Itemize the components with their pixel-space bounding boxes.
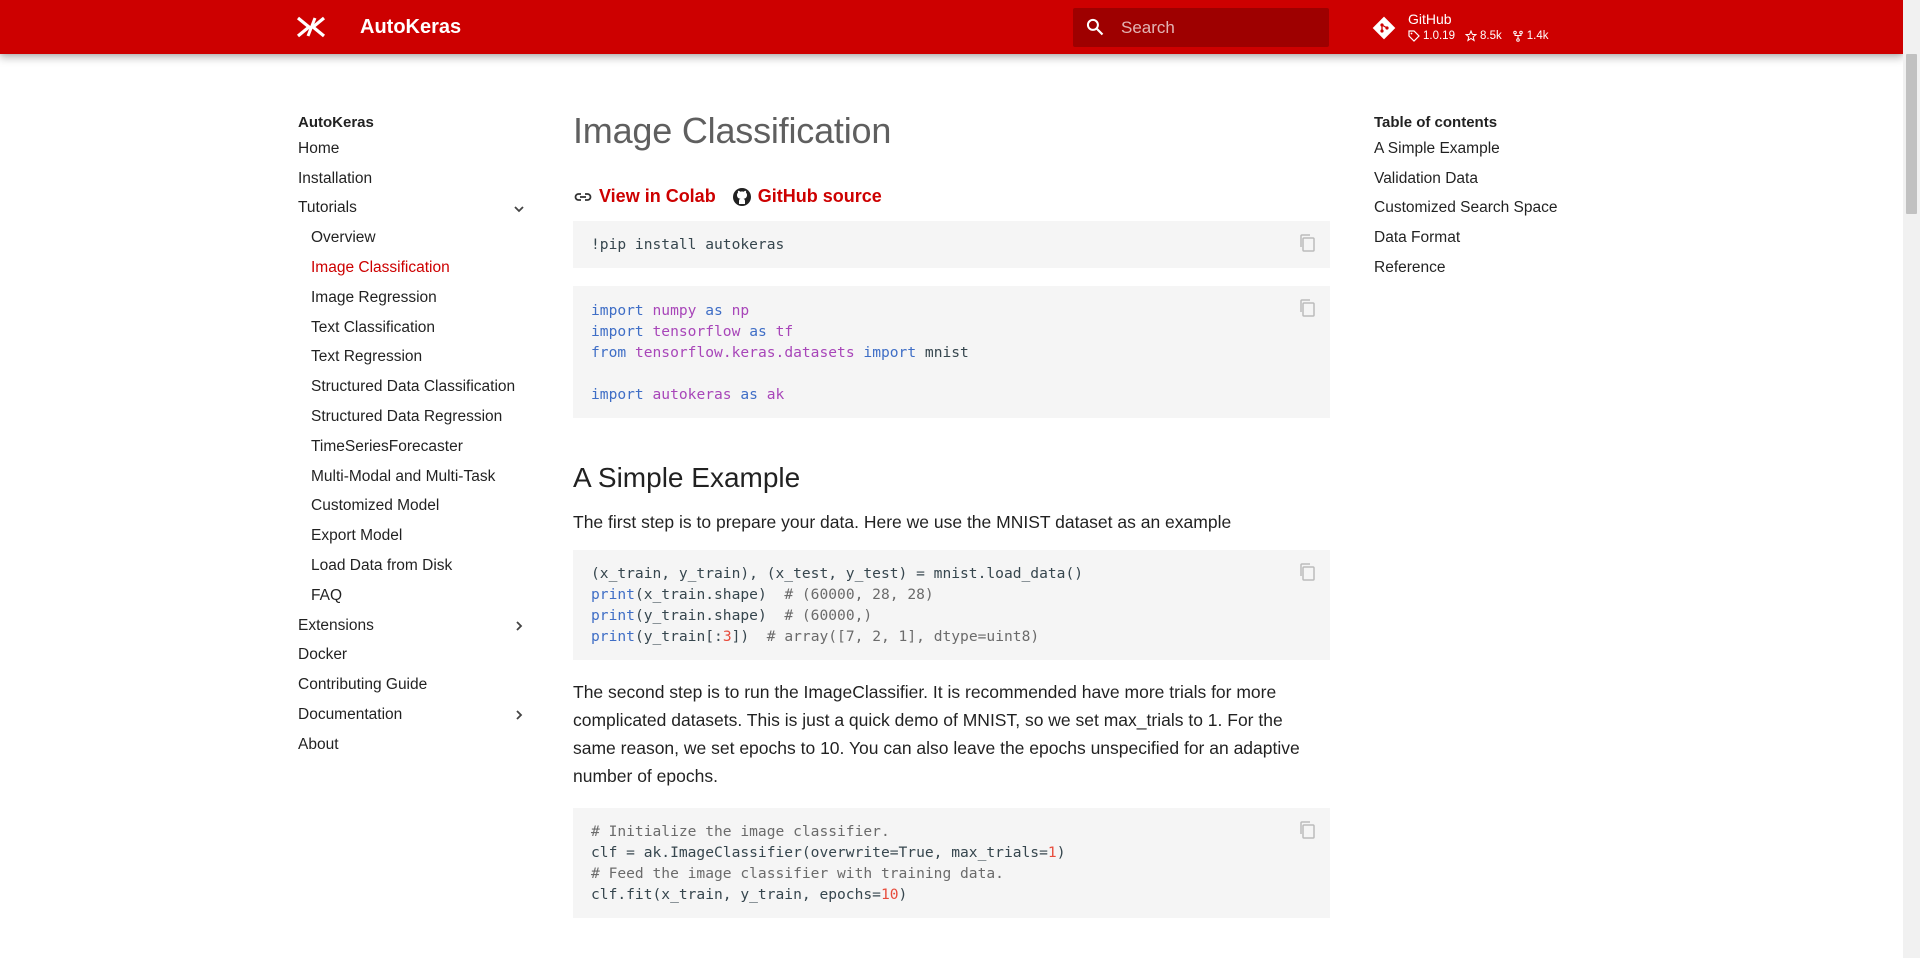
nav-item-multi-modal[interactable]: Multi-Modal and Multi-Task [298,462,538,492]
github-source-link[interactable]: GitHub source [732,186,882,207]
nav-item-structured-data-regression[interactable]: Structured Data Regression [298,402,538,432]
repo-name: GitHub [1408,11,1452,27]
nav-item-load-data-from-disk[interactable]: Load Data from Disk [298,551,538,581]
copy-icon[interactable] [1298,562,1316,582]
paragraph-prepare-data: The first step is to prepare your data. … [573,512,1232,532]
chevron-right-icon[interactable] [512,708,526,722]
toc-item-reference[interactable]: Reference [1374,253,1614,283]
main-content: Image Classification View in Colab GitHu… [573,110,1330,918]
nav-title: AutoKeras [298,114,374,131]
paragraph-run-classifier: The second step is to run the ImageClass… [573,682,1300,786]
search-input[interactable] [1121,8,1321,47]
repo-forks: 1.4k [1512,30,1549,42]
view-in-colab-link[interactable]: View in Colab [573,186,716,207]
source-links: View in Colab GitHub source [573,186,1330,207]
star-icon [1464,30,1477,42]
nav-item-text-classification[interactable]: Text Classification [298,313,538,343]
nav-item-contributing-guide[interactable]: Contributing Guide [298,670,538,700]
repo-forks-text: 1.4k [1526,30,1549,42]
search-box[interactable] [1073,8,1329,47]
repo-facts: 1.0.19 8.5k 1.4k [1408,30,1548,42]
link-icon [574,192,592,201]
chevron-down-icon[interactable] [512,202,526,216]
nav-item-image-regression[interactable]: Image Regression [298,283,538,313]
toc-item-data-format[interactable]: Data Format [1374,223,1614,253]
nav-item-home[interactable]: Home [298,134,538,164]
git-icon [1372,16,1396,40]
github-icon [732,187,751,206]
copy-icon[interactable] [1298,820,1316,840]
toc-item-customized-search-space[interactable]: Customized Search Space [1374,194,1614,224]
toc-item-simple-example[interactable]: A Simple Example [1374,134,1614,164]
nav-item-extensions[interactable]: Extensions [298,611,538,641]
repo-version-text: 1.0.19 [1423,30,1455,42]
page-scrollbar[interactable] [1903,0,1920,958]
repo-stars: 8.5k [1464,30,1502,42]
scrollbar-thumb[interactable] [1906,54,1917,214]
code-block-classifier: # Initialize the image classifier. clf =… [573,808,1330,918]
nav-item-documentation[interactable]: Documentation [298,700,538,730]
nav-item-timeseries-forecaster[interactable]: TimeSeriesForecaster [298,432,538,462]
repo-version: 1.0.19 [1408,30,1455,42]
section-heading-simple-example: A Simple Example [573,462,801,493]
toc-item-validation-data[interactable]: Validation Data [1374,164,1614,194]
nav-item-overview[interactable]: Overview [298,223,538,253]
autokeras-logo-icon[interactable] [296,16,326,38]
fork-icon [1512,30,1523,42]
nav-item-docker[interactable]: Docker [298,641,538,671]
github-source-text: GitHub source [757,186,882,206]
toc-title: Table of contents [1374,114,1498,131]
nav-item-tutorials-label: Tutorials [298,199,357,217]
nav-item-tutorials[interactable]: Tutorials [298,194,538,224]
nav-item-extensions-label: Extensions [298,616,374,634]
page-title: Image Classification [573,110,892,151]
nav-item-faq[interactable]: FAQ [298,581,538,611]
code-block-load-data: (x_train, y_train), (x_test, y_test) = m… [573,550,1330,660]
code-block-install: !pip install autokeras [573,221,1330,268]
nav-item-structured-data-classification[interactable]: Structured Data Classification [298,372,538,402]
nav-item-image-classification[interactable]: Image Classification [298,253,538,283]
primary-navigation: AutoKeras Home Installation Tutorials Ov… [298,114,538,760]
nav-item-about[interactable]: About [298,730,538,760]
copy-icon[interactable] [1298,298,1316,318]
nav-item-installation[interactable]: Installation [298,164,538,194]
top-header: AutoKeras GitHub 1.0.19 8.5k [0,0,1903,54]
nav-item-text-regression[interactable]: Text Regression [298,343,538,373]
chevron-right-icon[interactable] [512,619,526,633]
code-block-imports: import numpy as np import tensorflow as … [573,286,1330,418]
view-in-colab-text: View in Colab [599,186,716,206]
nav-item-customized-model[interactable]: Customized Model [298,492,538,522]
copy-icon[interactable] [1298,233,1316,253]
nav-item-export-model[interactable]: Export Model [298,521,538,551]
site-title[interactable]: AutoKeras [360,16,461,39]
nav-item-documentation-label: Documentation [298,706,403,724]
repo-stars-text: 8.5k [1479,30,1502,42]
search-icon[interactable] [1085,17,1105,37]
table-of-contents: Table of contents A Simple Example Valid… [1374,114,1614,283]
tag-icon [1408,30,1420,42]
